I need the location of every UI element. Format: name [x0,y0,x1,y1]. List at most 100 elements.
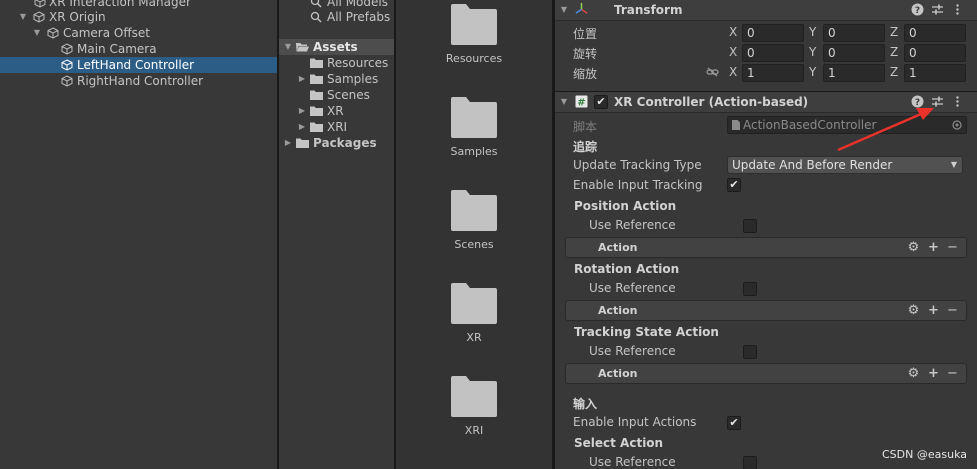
hierarchy-item-camera-offset[interactable]: ▼ Camera Offset [0,25,277,41]
object-picker-icon[interactable] [952,120,962,130]
gameobject-icon [34,0,46,8]
folder-label: Packages [313,136,377,150]
rotation-y-field[interactable]: 0 [823,44,885,62]
position-z-field[interactable]: 0 [904,24,966,42]
folder-samples[interactable]: ▶ Samples [279,71,394,87]
tracking-state-action-header: Tracking State Action [574,325,719,339]
hierarchy-item-main-camera[interactable]: Main Camera [0,41,277,57]
folder-icon [310,74,323,84]
select-use-reference-checkbox[interactable] [743,456,757,469]
expand-arrow-icon[interactable]: ▼ [18,9,28,25]
position-use-reference-checkbox[interactable] [743,219,757,233]
action-label: Action [598,367,638,380]
svg-text:?: ? [915,98,920,108]
update-tracking-type-dropdown[interactable]: Update And Before Render ▼ [727,156,963,174]
enable-input-actions-checkbox[interactable]: ✔ [727,416,741,430]
scale-z-field[interactable]: 1 [904,64,966,82]
favorite-all-prefabs[interactable]: All Prefabs [279,9,394,25]
collapse-arrow-icon[interactable]: ▼ [559,4,569,16]
component-title: XR Controller (Action-based) [614,95,809,109]
presets-icon[interactable] [931,3,944,16]
hierarchy-item-label: Camera Offset [63,26,150,40]
scale-label: 缩放 [573,67,598,81]
svg-text:?: ? [915,6,920,16]
grid-folder-xri[interactable]: XRI [446,375,502,437]
folder-scenes[interactable]: Scenes [279,87,394,103]
enable-input-tracking-checkbox[interactable]: ✔ [727,178,741,192]
use-reference-label: Use Reference [589,281,676,295]
grid-folder-xr[interactable]: XR [446,282,502,344]
more-options-icon[interactable] [951,95,964,108]
expand-arrow-icon[interactable]: ▶ [283,135,293,151]
position-y-field[interactable]: 0 [823,24,885,42]
script-file-icon [732,120,740,130]
remove-icon[interactable]: − [946,367,959,380]
rotation-z-field[interactable]: 0 [904,44,966,62]
script-object-field[interactable]: ActionBasedController [727,116,967,134]
transform-header[interactable]: ▼ Transform ? [555,0,977,21]
rotation-action-bar[interactable]: Action ⚙ + − [565,300,967,321]
position-x-field[interactable]: 0 [742,24,804,42]
more-options-icon[interactable] [951,3,964,16]
scale-y-field[interactable]: 1 [823,64,885,82]
search-icon [310,0,322,8]
grid-folder-resources[interactable]: Resources [446,3,502,65]
folder-assets[interactable]: ▼ Assets [279,39,394,55]
add-binding-icon[interactable]: + [927,367,940,380]
transform-axes-icon [575,2,588,14]
constrain-proportions-icon[interactable] [706,67,719,77]
grid-folder-scenes[interactable]: Scenes [446,189,502,251]
grid-folder-label: Samples [450,145,498,158]
collapse-arrow-icon[interactable]: ▼ [559,96,569,108]
presets-icon[interactable] [931,95,944,108]
hierarchy-item-label: XR Origin [49,10,106,24]
folder-icon [310,122,323,132]
expand-arrow-icon[interactable]: ▼ [32,25,42,41]
hierarchy-item-lefthand-controller[interactable]: LeftHand Controller [0,57,277,73]
expand-arrow-icon[interactable]: ▶ [297,103,307,119]
hierarchy-item-xr-origin[interactable]: ▼ XR Origin [0,9,277,25]
folder-label: Resources [327,56,389,70]
tracking-state-use-reference-checkbox[interactable] [743,345,757,359]
folder-icon [451,97,497,138]
help-icon[interactable]: ? [911,95,924,108]
folder-icon [451,283,497,324]
remove-icon[interactable]: − [946,304,959,317]
folder-icon [310,58,323,68]
position-action-bar[interactable]: Action ⚙ + − [565,237,967,258]
inspector-panel: ▼ Transform ? 位置 X 0 Y 0 Z 0 旋转 X 0 Y 0 … [555,0,977,469]
folder-xri[interactable]: ▶ XRI [279,119,394,135]
help-icon[interactable]: ? [911,3,924,16]
chevron-down-icon: ▼ [950,160,957,169]
folder-icon [451,376,497,417]
xr-controller-header[interactable]: ▼ # ✔ XR Controller (Action-based) ? [555,91,977,113]
expand-arrow-icon[interactable]: ▶ [297,71,307,87]
tracking-state-action-bar[interactable]: Action ⚙ + − [565,363,967,384]
x-axis-label: X [729,65,738,79]
scale-x-field[interactable]: 1 [742,64,804,82]
x-axis-label: X [729,25,738,39]
folder-packages[interactable]: ▶ Packages [279,135,394,151]
gear-icon[interactable]: ⚙ [907,367,920,380]
expand-arrow-icon[interactable]: ▼ [283,39,293,55]
component-enabled-checkbox[interactable]: ✔ [594,95,608,109]
rotation-x-field[interactable]: 0 [742,44,804,62]
rotation-use-reference-checkbox[interactable] [743,282,757,296]
remove-icon[interactable]: − [946,241,959,254]
add-binding-icon[interactable]: + [927,241,940,254]
folder-resources[interactable]: Resources [279,55,394,71]
dropdown-value: Update And Before Render [732,158,893,172]
gear-icon[interactable]: ⚙ [907,241,920,254]
grid-folder-samples[interactable]: Samples [446,96,502,158]
y-axis-label: Y [809,65,817,79]
folder-xr[interactable]: ▶ XR [279,103,394,119]
hierarchy-item-label: RightHand Controller [77,74,204,88]
grid-folder-label: XR [466,331,482,344]
folder-icon [310,106,323,116]
gear-icon[interactable]: ⚙ [907,304,920,317]
y-axis-label: Y [809,45,817,59]
expand-arrow-icon[interactable]: ▶ [297,119,307,135]
hierarchy-item-righthand-controller[interactable]: RightHand Controller [0,73,277,89]
add-binding-icon[interactable]: + [927,304,940,317]
action-label: Action [598,304,638,317]
